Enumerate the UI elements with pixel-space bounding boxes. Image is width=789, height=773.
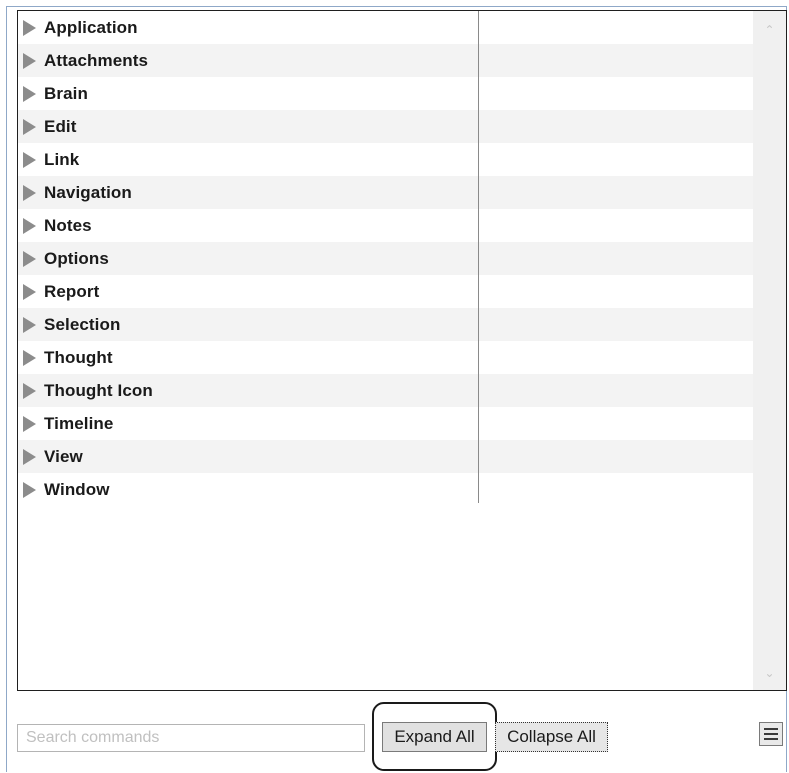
tree-row-label: Timeline xyxy=(44,413,114,433)
triangle-right-icon[interactable] xyxy=(23,52,36,69)
triangle-right-icon[interactable] xyxy=(23,250,36,267)
hamburger-menu-icon[interactable] xyxy=(759,722,783,746)
expand-all-button[interactable]: Expand All xyxy=(382,722,487,752)
tree-row-attachments[interactable]: Attachments xyxy=(18,44,753,77)
search-commands-input[interactable] xyxy=(17,724,365,752)
tree-row-link[interactable]: Link xyxy=(18,143,753,176)
triangle-right-icon[interactable] xyxy=(23,283,36,300)
command-tree-list: Application Attachments Brain Edit Link … xyxy=(18,11,753,506)
tree-row-selection[interactable]: Selection xyxy=(18,308,753,341)
tree-row-notes[interactable]: Notes xyxy=(18,209,753,242)
tree-row-label: Report xyxy=(44,281,100,301)
tree-row-label: Brain xyxy=(44,83,88,103)
tree-row-label: Notes xyxy=(44,215,92,235)
tree-row-edit[interactable]: Edit xyxy=(18,110,753,143)
tree-row-label: Selection xyxy=(44,314,121,334)
chevron-down-icon[interactable]: ⌄ xyxy=(753,662,786,684)
tree-row-label: Navigation xyxy=(44,182,132,202)
menu-line xyxy=(764,728,778,730)
vertical-scrollbar[interactable]: ⌃ ⌄ xyxy=(753,11,786,690)
triangle-right-icon[interactable] xyxy=(23,151,36,168)
triangle-right-icon[interactable] xyxy=(23,316,36,333)
tree-row-label: Window xyxy=(44,479,110,499)
column-splitter[interactable] xyxy=(478,11,479,503)
triangle-right-icon[interactable] xyxy=(23,184,36,201)
tree-row-application[interactable]: Application xyxy=(18,11,753,44)
tree-row-report[interactable]: Report xyxy=(18,275,753,308)
tree-row-navigation[interactable]: Navigation xyxy=(18,176,753,209)
triangle-right-icon[interactable] xyxy=(23,19,36,36)
tree-row-view[interactable]: View xyxy=(18,440,753,473)
menu-line xyxy=(764,738,778,740)
triangle-right-icon[interactable] xyxy=(23,217,36,234)
tree-row-label: Attachments xyxy=(44,50,149,70)
tree-row-label: Application xyxy=(44,17,138,37)
tree-row-thought[interactable]: Thought xyxy=(18,341,753,374)
triangle-right-icon[interactable] xyxy=(23,382,36,399)
chevron-up-icon[interactable]: ⌃ xyxy=(753,19,786,41)
triangle-right-icon[interactable] xyxy=(23,118,36,135)
tree-row-brain[interactable]: Brain xyxy=(18,77,753,110)
tree-row-options[interactable]: Options xyxy=(18,242,753,275)
triangle-right-icon[interactable] xyxy=(23,481,36,498)
menu-line xyxy=(764,733,778,735)
triangle-right-icon[interactable] xyxy=(23,415,36,432)
tree-row-label: Link xyxy=(44,149,80,169)
tree-row-label: Edit xyxy=(44,116,77,136)
collapse-all-button[interactable]: Collapse All xyxy=(495,722,608,752)
tree-row-label: Thought Icon xyxy=(44,380,153,400)
tree-row-label: Thought xyxy=(44,347,113,367)
footer-toolbar: Expand All Collapse All xyxy=(17,693,787,771)
triangle-right-icon[interactable] xyxy=(23,85,36,102)
tree-row-label: Options xyxy=(44,248,109,268)
triangle-right-icon[interactable] xyxy=(23,448,36,465)
command-tree-panel: Application Attachments Brain Edit Link … xyxy=(17,10,787,691)
tree-row-timeline[interactable]: Timeline xyxy=(18,407,753,440)
triangle-right-icon[interactable] xyxy=(23,349,36,366)
tree-row-window[interactable]: Window xyxy=(18,473,753,506)
tree-row-thought-icon[interactable]: Thought Icon xyxy=(18,374,753,407)
tree-row-label: View xyxy=(44,446,83,466)
